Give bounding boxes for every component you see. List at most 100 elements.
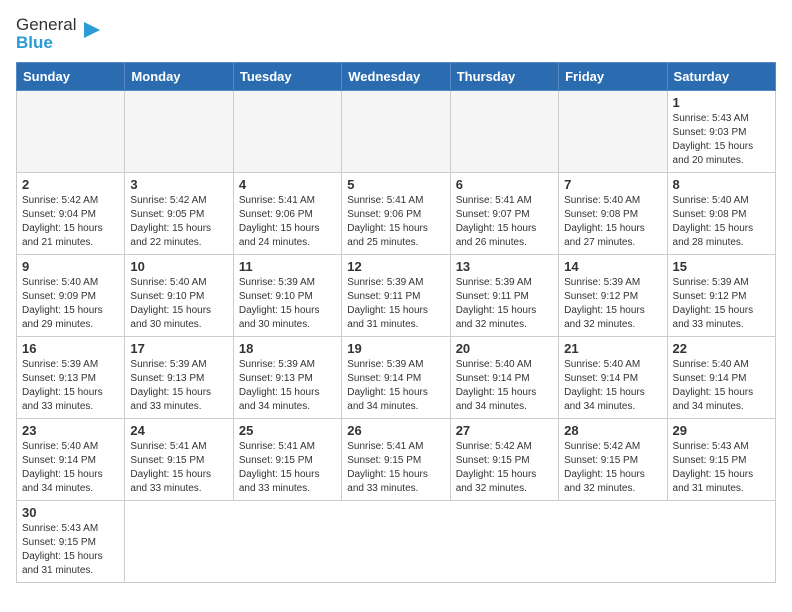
day-info: Sunrise: 5:41 AM Sunset: 9:15 PM Dayligh…: [347, 440, 444, 496]
calendar-week-row: 2Sunrise: 5:42 AM Sunset: 9:04 PM Daylig…: [17, 173, 776, 255]
day-number: 16: [22, 341, 119, 356]
calendar-day-24: 24 Sunrise: 5:41 AM Sunset: 9:15 PM Dayli…: [125, 419, 233, 501]
day-info: Sunrise: 5:40 AM Sunset: 9:14 PM Dayligh…: [673, 358, 770, 414]
calendar-week-row: 16 Sunrise: 5:39 AM Sunset: 9:13 PM Dayli…: [17, 337, 776, 419]
weekday-header-thursday: Thursday: [450, 63, 558, 91]
calendar-day-3: 3Sunrise: 5:42 AM Sunset: 9:05 PM Daylig…: [125, 173, 233, 255]
calendar-day-22: 22Sunrise: 5:40 AM Sunset: 9:14 PM Dayli…: [667, 337, 775, 419]
calendar-day-29: 29 Sunrise: 5:43 AM Sunset: 9:15 PM Dayli…: [667, 419, 775, 501]
day-info: Sunrise: 5:39 AM Sunset: 9:13 PM Dayligh…: [239, 358, 336, 414]
day-info: Sunrise: 5:42 AM Sunset: 9:15 PM Dayligh…: [456, 440, 553, 496]
day-number: 27: [456, 423, 553, 438]
calendar-day-28: 28Sunrise: 5:42 AM Sunset: 9:15 PM Dayli…: [559, 419, 667, 501]
calendar-day-13: 13 Sunrise: 5:39 AM Sunset: 9:11 PM Dayli…: [450, 255, 558, 337]
weekday-header-monday: Monday: [125, 63, 233, 91]
calendar-day-14: 14 Sunrise: 5:39 AM Sunset: 9:12 PM Dayli…: [559, 255, 667, 337]
calendar-day-16: 16Sunrise: 5:39 AM Sunset: 9:13 PM Dayli…: [17, 337, 125, 419]
calendar-empty-cell: [559, 91, 667, 173]
day-info: Sunrise: 5:41 AM Sunset: 9:06 PM Dayligh…: [239, 194, 336, 250]
day-info: Sunrise: 5:43 AM Sunset: 9:03 PM Dayligh…: [673, 112, 770, 168]
calendar-day-26: 26 Sunrise: 5:41 AM Sunset: 9:15 PM Dayli…: [342, 419, 450, 501]
logo: General Blue: [16, 16, 104, 52]
weekday-header-friday: Friday: [559, 63, 667, 91]
calendar-day-6: 6 Sunrise: 5:41 AM Sunset: 9:07 PM Daylig…: [450, 173, 558, 255]
calendar-day-18: 18 Sunrise: 5:39 AM Sunset: 9:13 PM Dayli…: [233, 337, 341, 419]
day-info: Sunrise: 5:41 AM Sunset: 9:06 PM Dayligh…: [347, 194, 444, 250]
day-number: 21: [564, 341, 661, 356]
day-info: Sunrise: 5:40 AM Sunset: 9:10 PM Dayligh…: [130, 276, 227, 332]
day-number: 19: [347, 341, 444, 356]
calendar-day-2: 2Sunrise: 5:42 AM Sunset: 9:04 PM Daylig…: [17, 173, 125, 255]
calendar-day-30: 30Sunrise: 5:43 AM Sunset: 9:15 PM Dayli…: [17, 501, 125, 583]
day-info: Sunrise: 5:39 AM Sunset: 9:14 PM Dayligh…: [347, 358, 444, 414]
calendar-empty-cell: [17, 91, 125, 173]
calendar-day-11: 11 Sunrise: 5:39 AM Sunset: 9:10 PM Dayli…: [233, 255, 341, 337]
calendar-day-12: 12 Sunrise: 5:39 AM Sunset: 9:11 PM Dayli…: [342, 255, 450, 337]
calendar-day-5: 5 Sunrise: 5:41 AM Sunset: 9:06 PM Daylig…: [342, 173, 450, 255]
weekday-header-tuesday: Tuesday: [233, 63, 341, 91]
day-info: Sunrise: 5:39 AM Sunset: 9:11 PM Dayligh…: [347, 276, 444, 332]
weekday-header-wednesday: Wednesday: [342, 63, 450, 91]
calendar-day-10: 10Sunrise: 5:40 AM Sunset: 9:10 PM Dayli…: [125, 255, 233, 337]
calendar-day-20: 20Sunrise: 5:40 AM Sunset: 9:14 PM Dayli…: [450, 337, 558, 419]
header: General Blue: [16, 16, 776, 52]
day-number: 14: [564, 259, 661, 274]
calendar-table: SundayMondayTuesdayWednesdayThursdayFrid…: [16, 62, 776, 583]
calendar-header-row: SundayMondayTuesdayWednesdayThursdayFrid…: [17, 63, 776, 91]
calendar-week-row: 30Sunrise: 5:43 AM Sunset: 9:15 PM Dayli…: [17, 501, 776, 583]
calendar-day-27: 27 Sunrise: 5:42 AM Sunset: 9:15 PM Dayli…: [450, 419, 558, 501]
calendar-day-15: 15 Sunrise: 5:39 AM Sunset: 9:12 PM Dayli…: [667, 255, 775, 337]
day-number: 12: [347, 259, 444, 274]
day-number: 9: [22, 259, 119, 274]
day-info: Sunrise: 5:41 AM Sunset: 9:07 PM Dayligh…: [456, 194, 553, 250]
calendar-day-25: 25 Sunrise: 5:41 AM Sunset: 9:15 PM Dayli…: [233, 419, 341, 501]
day-number: 4: [239, 177, 336, 192]
day-number: 15: [673, 259, 770, 274]
logo-blue: Blue: [16, 33, 53, 52]
day-number: 20: [456, 341, 553, 356]
day-number: 13: [456, 259, 553, 274]
calendar-empty-cell: [233, 91, 341, 173]
day-number: 26: [347, 423, 444, 438]
calendar-empty-cell: [342, 91, 450, 173]
calendar-day-9: 9Sunrise: 5:40 AM Sunset: 9:09 PM Daylig…: [17, 255, 125, 337]
day-info: Sunrise: 5:39 AM Sunset: 9:12 PM Dayligh…: [564, 276, 661, 332]
day-info: Sunrise: 5:41 AM Sunset: 9:15 PM Dayligh…: [239, 440, 336, 496]
logo-general: General: [16, 15, 76, 34]
day-number: 8: [673, 177, 770, 192]
calendar-day-17: 17 Sunrise: 5:39 AM Sunset: 9:13 PM Dayli…: [125, 337, 233, 419]
day-number: 28: [564, 423, 661, 438]
calendar-day-21: 21Sunrise: 5:40 AM Sunset: 9:14 PM Dayli…: [559, 337, 667, 419]
weekday-header-saturday: Saturday: [667, 63, 775, 91]
day-info: Sunrise: 5:40 AM Sunset: 9:08 PM Dayligh…: [673, 194, 770, 250]
calendar-day-7: 7Sunrise: 5:40 AM Sunset: 9:08 PM Daylig…: [559, 173, 667, 255]
day-number: 30: [22, 505, 119, 520]
day-number: 11: [239, 259, 336, 274]
day-number: 25: [239, 423, 336, 438]
day-number: 24: [130, 423, 227, 438]
day-number: 7: [564, 177, 661, 192]
calendar-day-4: 4 Sunrise: 5:41 AM Sunset: 9:06 PM Daylig…: [233, 173, 341, 255]
day-info: Sunrise: 5:39 AM Sunset: 9:13 PM Dayligh…: [130, 358, 227, 414]
calendar-day-1: 1 Sunrise: 5:43 AM Sunset: 9:03 PM Daylig…: [667, 91, 775, 173]
day-number: 1: [673, 95, 770, 110]
logo: General Blue: [16, 16, 104, 52]
day-number: 17: [130, 341, 227, 356]
day-number: 29: [673, 423, 770, 438]
weekday-header-sunday: Sunday: [17, 63, 125, 91]
calendar-week-row: 1 Sunrise: 5:43 AM Sunset: 9:03 PM Daylig…: [17, 91, 776, 173]
day-number: 6: [456, 177, 553, 192]
day-info: Sunrise: 5:39 AM Sunset: 9:11 PM Dayligh…: [456, 276, 553, 332]
day-info: Sunrise: 5:39 AM Sunset: 9:12 PM Dayligh…: [673, 276, 770, 332]
day-number: 2: [22, 177, 119, 192]
calendar-week-row: 23Sunrise: 5:40 AM Sunset: 9:14 PM Dayli…: [17, 419, 776, 501]
day-info: Sunrise: 5:39 AM Sunset: 9:10 PM Dayligh…: [239, 276, 336, 332]
day-number: 18: [239, 341, 336, 356]
logo-wordmark: General Blue: [16, 16, 76, 52]
day-info: Sunrise: 5:41 AM Sunset: 9:15 PM Dayligh…: [130, 440, 227, 496]
day-number: 5: [347, 177, 444, 192]
day-number: 3: [130, 177, 227, 192]
day-info: Sunrise: 5:43 AM Sunset: 9:15 PM Dayligh…: [673, 440, 770, 496]
day-info: Sunrise: 5:40 AM Sunset: 9:14 PM Dayligh…: [22, 440, 119, 496]
calendar-day-19: 19 Sunrise: 5:39 AM Sunset: 9:14 PM Dayli…: [342, 337, 450, 419]
